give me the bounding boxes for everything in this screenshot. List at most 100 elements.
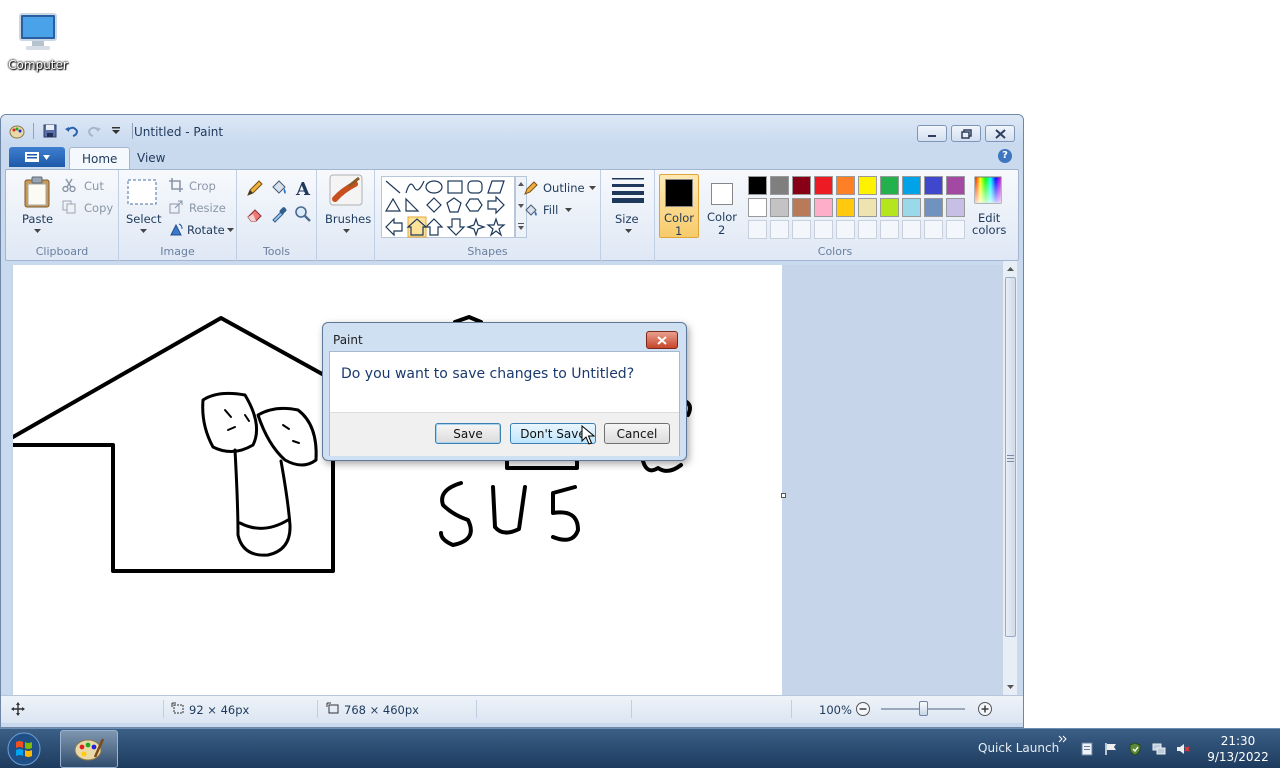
cancel-button[interactable]: Cancel <box>604 423 670 444</box>
close-button[interactable] <box>985 125 1015 142</box>
palette-swatch[interactable] <box>858 198 877 217</box>
help-button[interactable]: ? <box>998 149 1012 163</box>
shapes-gallery[interactable] <box>381 176 515 238</box>
palette-swatch[interactable] <box>792 176 811 195</box>
shapes-grid <box>384 180 506 238</box>
custom-color-slot[interactable] <box>748 220 767 239</box>
zoom-out-icon[interactable] <box>855 701 871 717</box>
tab-view[interactable]: View <box>125 147 177 169</box>
color2-button[interactable]: Color 2 <box>703 174 743 238</box>
palette-swatch[interactable] <box>792 198 811 217</box>
palette-swatch[interactable] <box>880 176 899 195</box>
palette-swatch[interactable] <box>902 198 921 217</box>
volume-muted-icon[interactable] <box>1176 742 1190 756</box>
custom-color-slot[interactable] <box>924 220 943 239</box>
palette-swatch[interactable] <box>748 176 767 195</box>
custom-color-slot[interactable] <box>858 220 877 239</box>
zoom-slider-thumb[interactable] <box>919 701 928 716</box>
rotate-button[interactable]: Rotate <box>169 222 235 240</box>
copy-button[interactable]: Copy <box>62 200 114 218</box>
qat-separator <box>33 123 34 139</box>
custom-color-slot[interactable] <box>814 220 833 239</box>
custom-color-slot[interactable] <box>880 220 899 239</box>
scroll-up-icon[interactable] <box>1004 263 1017 275</box>
palette-swatch[interactable] <box>858 176 877 195</box>
rotate-icon <box>170 223 183 236</box>
palette-swatch[interactable] <box>836 198 855 217</box>
cut-button[interactable]: Cut <box>62 178 114 196</box>
scissors-icon <box>62 178 76 192</box>
letter-u <box>491 485 527 535</box>
selection-size: 92 × 46px <box>189 703 250 717</box>
undo-icon[interactable] <box>64 123 80 139</box>
vertical-scrollbar[interactable] <box>1002 261 1017 695</box>
network-icon[interactable] <box>1152 742 1166 756</box>
minimize-button[interactable] <box>917 125 947 142</box>
custom-color-slot[interactable] <box>946 220 965 239</box>
resize-button[interactable]: Resize <box>169 200 229 218</box>
palette-swatch[interactable] <box>770 176 789 195</box>
palette-swatch[interactable] <box>748 198 767 217</box>
scroll-thumb[interactable] <box>1005 277 1016 637</box>
visor-marks <box>282 424 300 444</box>
size-button[interactable]: Size <box>607 176 649 238</box>
desktop-icon-computer[interactable]: Computer <box>4 8 72 72</box>
outline-button[interactable]: Outline <box>523 180 596 198</box>
custom-color-slot[interactable] <box>792 220 811 239</box>
double-chevron-icon[interactable] <box>1058 735 1068 743</box>
palette-swatch[interactable] <box>836 176 855 195</box>
status-separator <box>163 700 164 718</box>
dialog-close-button[interactable] <box>646 331 678 349</box>
canvas-resize-handle[interactable] <box>781 493 786 498</box>
pencil-icon[interactable] <box>245 178 265 198</box>
select-button[interactable]: Select <box>123 176 161 236</box>
crop-button[interactable]: Crop <box>169 178 229 196</box>
eraser-icon[interactable] <box>245 204 265 224</box>
palette-swatch[interactable] <box>924 198 943 217</box>
document-icon[interactable] <box>1080 742 1094 756</box>
fill-button[interactable]: Fill <box>523 202 583 220</box>
magnifier-icon[interactable] <box>293 204 313 224</box>
custom-color-slot[interactable] <box>836 220 855 239</box>
palette-swatch[interactable] <box>946 176 965 195</box>
brushes-button[interactable]: Brushes <box>321 174 371 236</box>
tab-home[interactable]: Home <box>69 147 131 169</box>
palette-swatch[interactable] <box>880 198 899 217</box>
restore-button[interactable] <box>951 125 981 142</box>
menu-icon <box>24 152 39 162</box>
save-button[interactable]: Save <box>435 423 501 444</box>
customize-qat-icon[interactable] <box>108 123 124 139</box>
house-walls <box>11 443 335 573</box>
palette-swatch[interactable] <box>946 198 965 217</box>
palette-swatch[interactable] <box>814 176 833 195</box>
color2-swatch <box>711 183 733 205</box>
paint-menu-button[interactable] <box>9 147 65 167</box>
text-tool-icon[interactable]: A <box>293 178 313 198</box>
paste-button[interactable]: Paste <box>18 176 56 236</box>
redo-icon[interactable] <box>86 123 102 139</box>
polygon-shape-icon <box>487 180 505 194</box>
action-center-flag-icon[interactable] <box>1104 742 1118 756</box>
color-picker-icon[interactable] <box>269 204 289 224</box>
fill-bucket-icon[interactable] <box>269 178 289 198</box>
select-label: Select <box>126 212 162 226</box>
taskbar-clock[interactable]: 21:30 9/13/2022 <box>1198 733 1278 765</box>
security-shield-icon[interactable] <box>1128 742 1142 756</box>
zoom-in-icon[interactable] <box>977 701 993 717</box>
scroll-down-icon[interactable] <box>1004 681 1017 693</box>
palette-swatch[interactable] <box>902 176 921 195</box>
custom-color-slot[interactable] <box>902 220 921 239</box>
taskbar-paint-button[interactable] <box>60 730 118 768</box>
scribble-fragment <box>641 459 683 473</box>
palette-swatch[interactable] <box>814 198 833 217</box>
hexagon-shape-icon <box>465 198 483 212</box>
start-button[interactable] <box>4 731 48 767</box>
computer-label: Computer <box>8 58 68 72</box>
palette-swatch[interactable] <box>924 176 943 195</box>
palette-swatch[interactable] <box>770 198 789 217</box>
save-icon[interactable] <box>42 123 58 139</box>
custom-color-slot[interactable] <box>770 220 789 239</box>
quick-launch-label[interactable]: Quick Launch <box>978 741 1059 755</box>
edit-colors-button[interactable]: Edit colors <box>965 174 1011 238</box>
color1-button[interactable]: Color 1 <box>659 174 699 238</box>
